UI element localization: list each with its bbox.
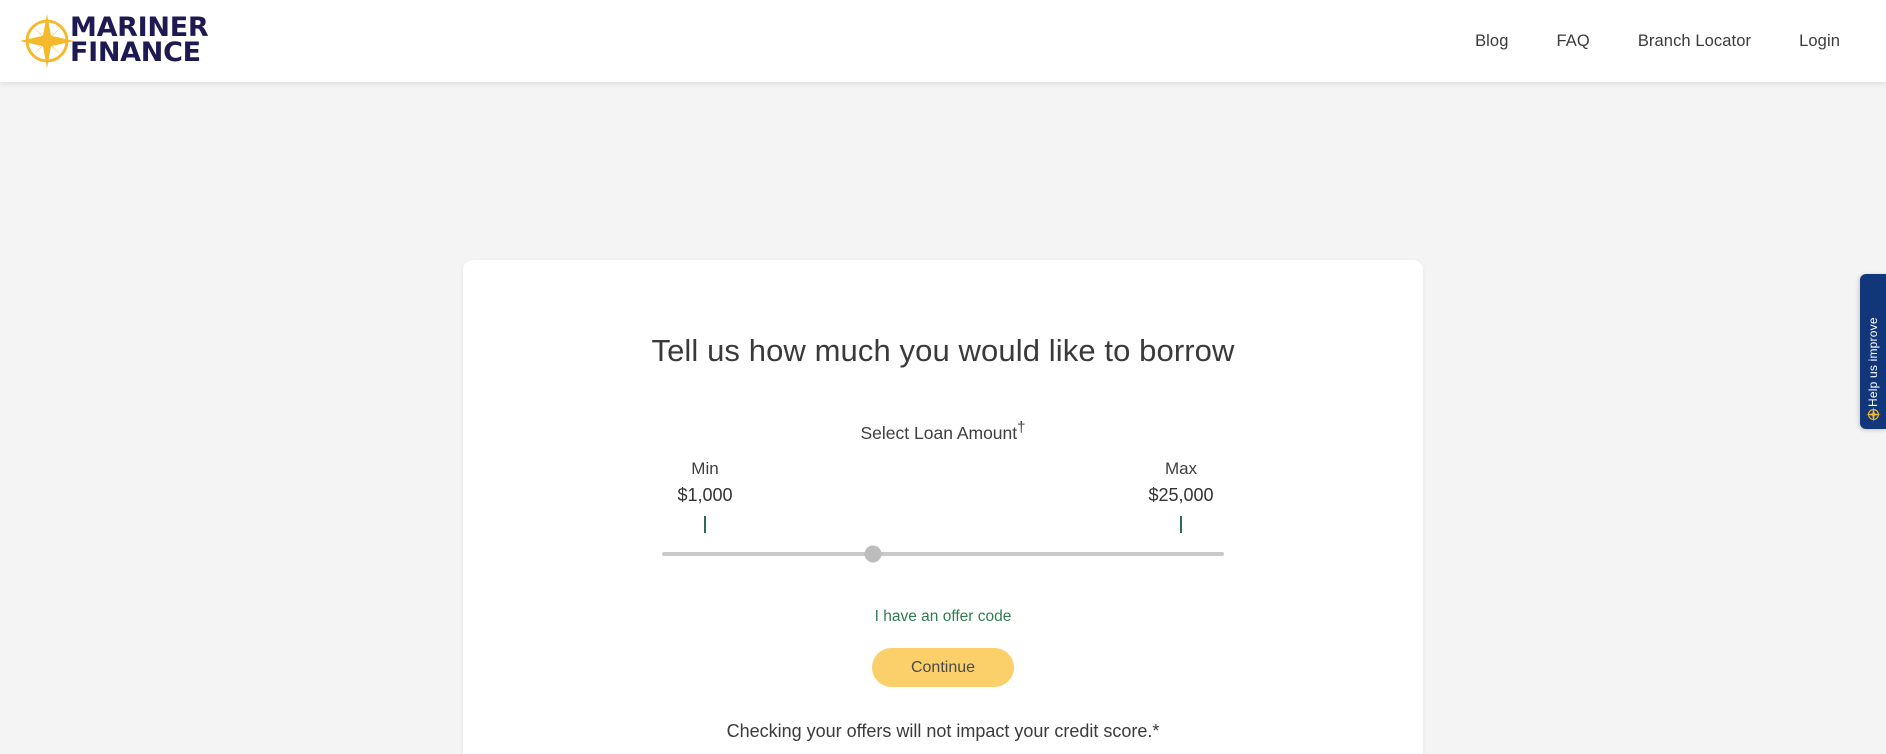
slider-label-text: Select Loan Amount — [860, 422, 1018, 443]
slider-track[interactable] — [662, 552, 1224, 557]
slider-max-tick-icon — [1180, 516, 1182, 534]
slider-label: Select Loan Amount† — [533, 420, 1353, 444]
offer-code-link[interactable]: I have an offer code — [875, 608, 1012, 626]
nav-item-branch-locator[interactable]: Branch Locator — [1614, 22, 1775, 61]
slider-range-row: Min $1,000 Max $25,000 — [662, 456, 1224, 534]
page-title: Tell us how much you would like to borro… — [651, 333, 1235, 368]
compass-star-icon — [18, 12, 76, 70]
slider-thumb[interactable] — [864, 545, 882, 563]
nav-item-login[interactable]: Login — [1775, 22, 1864, 61]
slider-max-caption: Max — [1164, 458, 1198, 478]
loan-amount-slider[interactable] — [662, 544, 1224, 564]
slider-label-dagger: † — [1017, 418, 1026, 436]
slider-min-tick-icon — [704, 516, 706, 534]
continue-button[interactable]: Continue — [872, 648, 1014, 688]
slider-min-value: $1,000 — [677, 485, 733, 506]
brand-wordmark: MARINER FINANCE — [70, 14, 209, 68]
credit-score-disclaimer: Checking your offers will not impact you… — [726, 721, 1160, 742]
site-header: MARINER FINANCE Blog FAQ Branch Locator … — [0, 0, 1886, 82]
help-us-improve-tab[interactable]: Help us improve — [1860, 274, 1886, 429]
slider-max-endpoint: Max $25,000 — [1138, 456, 1224, 534]
slider-min-caption: Min — [691, 458, 719, 478]
loan-amount-slider-block: Select Loan Amount† Min $1,000 Max $25,0… — [533, 420, 1353, 564]
main-navigation: Blog FAQ Branch Locator Login — [1451, 22, 1864, 61]
brand-logo[interactable]: MARINER FINANCE — [18, 0, 209, 82]
slider-min-endpoint: Min $1,000 — [662, 456, 748, 534]
page-body: Tell us how much you would like to borro… — [0, 82, 1886, 754]
help-us-improve-label: Help us improve — [1866, 317, 1880, 407]
slider-max-value: $25,000 — [1148, 485, 1214, 506]
compass-star-icon — [1865, 407, 1881, 422]
nav-item-faq[interactable]: FAQ — [1533, 22, 1614, 61]
loan-amount-card: Tell us how much you would like to borro… — [463, 260, 1423, 754]
brand-line-2: FINANCE — [70, 37, 201, 68]
nav-item-blog[interactable]: Blog — [1451, 22, 1532, 61]
